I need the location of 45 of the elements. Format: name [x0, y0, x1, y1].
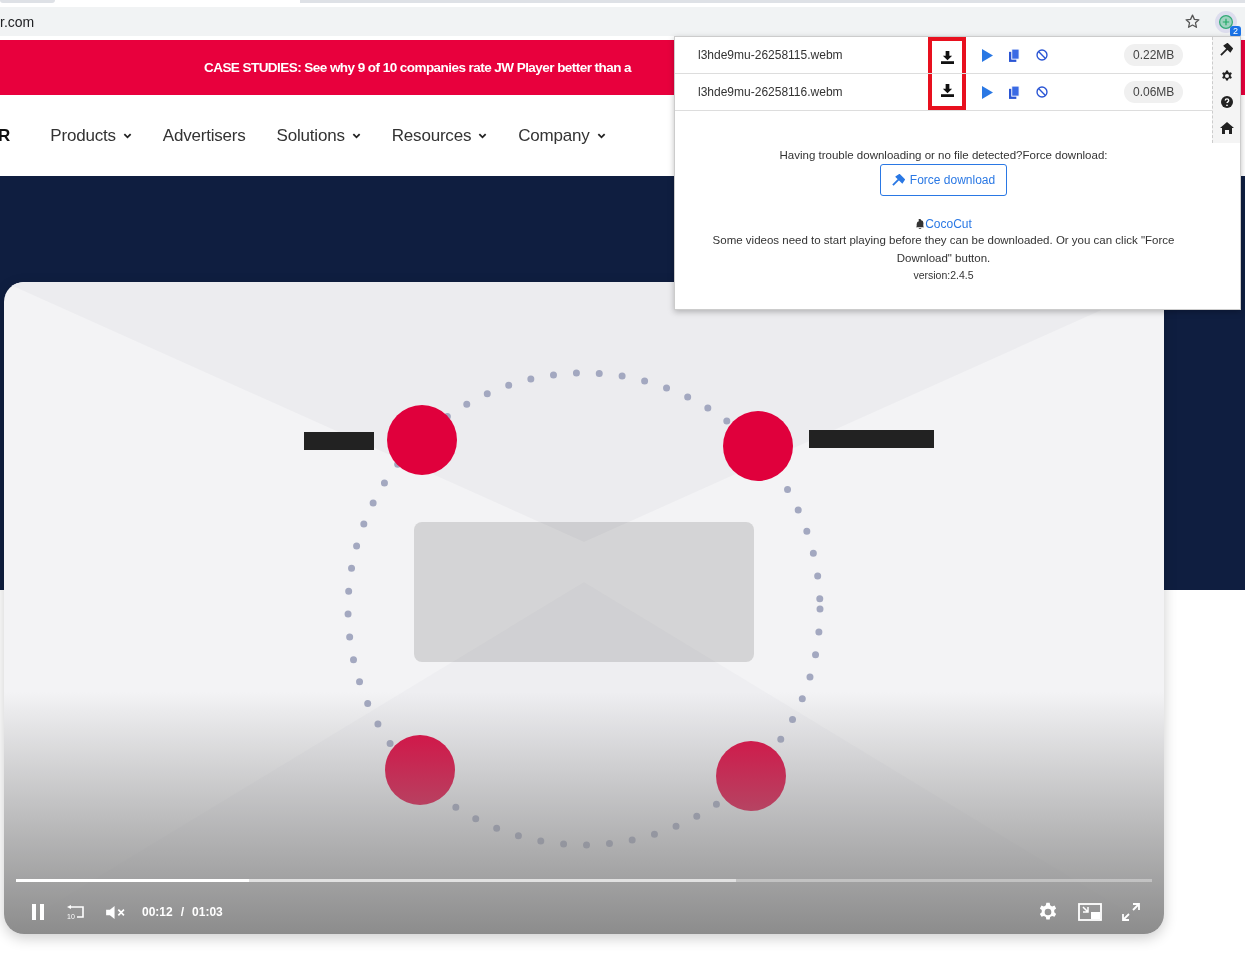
file-size: 0.06MB: [1124, 81, 1184, 103]
block-icon[interactable]: [1036, 49, 1048, 61]
rewind-icon[interactable]: [65, 905, 85, 919]
file-size: 0.22MB: [1124, 44, 1184, 66]
file-name: l3hde9mu-26258116.webm: [697, 85, 844, 99]
copy-icon[interactable]: [1009, 48, 1020, 62]
extension-badge: 2: [1230, 25, 1241, 37]
picture-in-picture-icon[interactable]: [1078, 903, 1102, 921]
play-icon[interactable]: [982, 48, 993, 62]
home-icon[interactable]: [1219, 122, 1234, 134]
pause-icon[interactable]: [31, 904, 45, 920]
download-icon[interactable]: [940, 83, 954, 97]
bell-icon: [915, 219, 926, 229]
block-icon[interactable]: [1036, 86, 1048, 98]
address-text[interactable]: r.com: [0, 13, 35, 30]
file-name: l3hde9mu-26258115.webm: [697, 48, 844, 62]
download-icon[interactable]: [940, 50, 954, 64]
logo-fragment[interactable]: R: [0, 125, 11, 146]
trouble-text: Having trouble downloading or no file detected?Force download:: [779, 149, 1108, 161]
current-time: 00:12: [142, 905, 173, 919]
note-text: Some videos need to start playing before they can be downloaded. Or you can click "Force Download" button.: [711, 233, 1176, 266]
duration: 01:03: [192, 905, 223, 919]
help-icon[interactable]: [1220, 96, 1233, 108]
time-separator: /: [180, 905, 185, 919]
chevron-down-icon[interactable]: [122, 131, 132, 140]
play-icon[interactable]: [982, 85, 993, 99]
nav-link[interactable]: Advertisers: [162, 125, 246, 146]
copy-icon[interactable]: [1009, 85, 1020, 99]
settings-icon[interactable]: [1220, 70, 1233, 82]
muted-speaker-icon[interactable]: [105, 904, 126, 920]
fullscreen-icon[interactable]: [1122, 903, 1140, 921]
version-text: version:2.4.5: [913, 269, 974, 281]
nav-link[interactable]: Solutions: [276, 125, 361, 146]
nav-link[interactable]: Company: [518, 125, 606, 146]
hammer-icon: [891, 173, 905, 187]
chevron-down-icon[interactable]: [596, 131, 606, 140]
force-download-button[interactable]: Force download: [879, 164, 1008, 196]
nav-link[interactable]: Resources: [391, 125, 488, 146]
hammer-icon[interactable]: [1220, 43, 1233, 56]
chevron-down-icon[interactable]: [351, 131, 361, 140]
nav-link[interactable]: Products: [50, 125, 132, 146]
promo-text[interactable]: CASE STUDIES: See why 9 of 10 companies rate JW Player better than a: [204, 60, 631, 75]
brand-link[interactable]: CocoCut: [925, 217, 972, 231]
chevron-down-icon[interactable]: [478, 131, 488, 140]
star-icon[interactable]: [1184, 13, 1201, 30]
